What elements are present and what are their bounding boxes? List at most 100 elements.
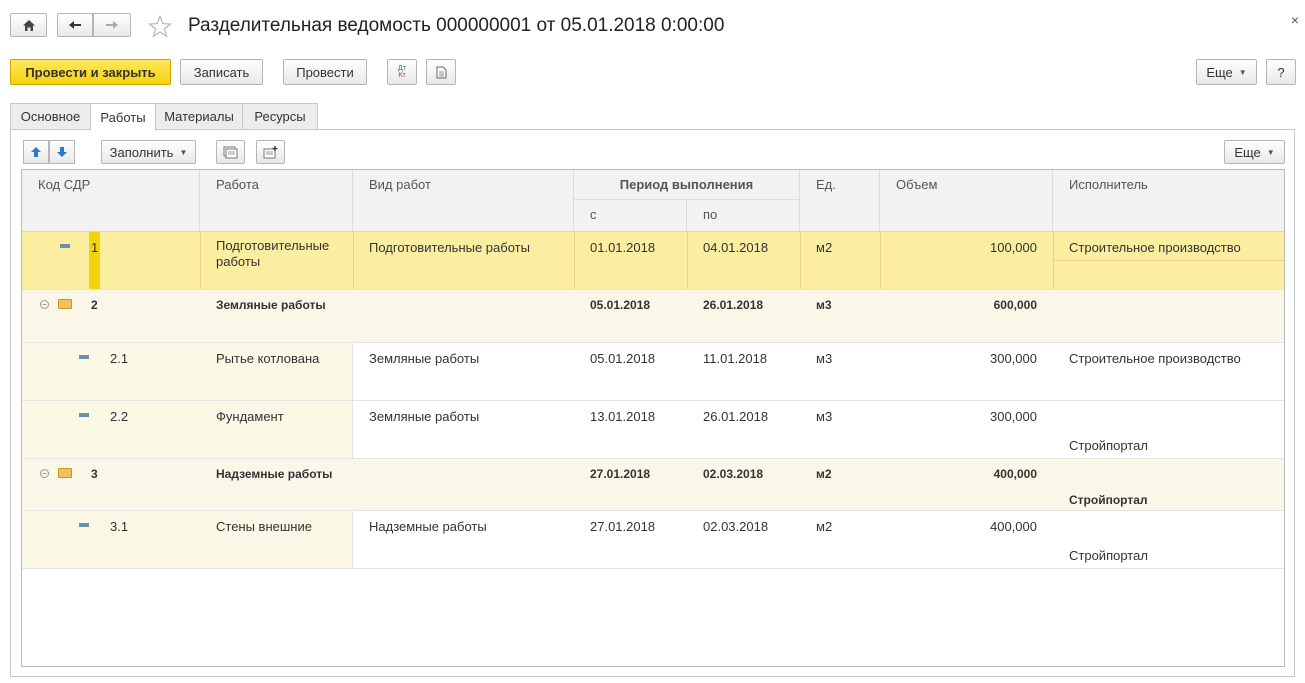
header-period-to[interactable]: по: [687, 200, 800, 231]
table-row[interactable]: 2.2 Фундамент Земляные работы 13.01.2018…: [22, 401, 1284, 459]
cell-code[interactable]: 1: [75, 232, 98, 255]
cell-code[interactable]: 2: [75, 290, 98, 312]
header-volume[interactable]: Объем: [880, 170, 1053, 231]
cell-unit[interactable]: м2: [800, 511, 832, 534]
cell-work[interactable]: Фундамент: [200, 401, 284, 424]
home-button[interactable]: [10, 13, 47, 37]
cell-work-type[interactable]: Земляные работы: [353, 343, 479, 366]
cell-work-line2: работы: [216, 254, 261, 269]
cell-volume[interactable]: 300,000: [880, 401, 1053, 424]
cell-code[interactable]: 2.1: [94, 343, 128, 366]
chevron-down-icon: ▼: [179, 147, 188, 157]
cell-from[interactable]: 27.01.2018: [574, 459, 650, 481]
table-copy-icon: [223, 146, 238, 158]
header-work[interactable]: Работа: [200, 170, 353, 231]
col-divider: [687, 232, 688, 289]
table-more-button[interactable]: Еще ▼: [1224, 140, 1285, 164]
table-more-label: Еще: [1234, 144, 1261, 160]
cell-from[interactable]: 27.01.2018: [574, 511, 655, 534]
table-row[interactable]: − 3 Надземные работы 27.01.2018 02.03.20…: [22, 459, 1284, 511]
cell-work[interactable]: Земляные работы: [200, 290, 326, 312]
table-row[interactable]: 3.1 Стены внешние Надземные работы 27.01…: [22, 511, 1284, 569]
arrow-down-icon: [57, 147, 67, 157]
cell-unit[interactable]: м3: [800, 343, 832, 366]
folder-icon: [58, 468, 72, 478]
cell-to[interactable]: 02.03.2018: [687, 459, 763, 481]
add-rows-button[interactable]: [256, 140, 285, 164]
cell-code[interactable]: 3.1: [94, 511, 128, 534]
table-row[interactable]: 1 Подготовительные работы Подготовительны…: [22, 232, 1284, 290]
back-button[interactable]: [57, 13, 93, 37]
col-divider: [352, 511, 353, 568]
dt-kt-button[interactable]: Дт Кт: [387, 59, 417, 85]
cell-code[interactable]: 3: [75, 459, 98, 481]
cell-from[interactable]: 05.01.2018: [574, 343, 655, 366]
cell-to[interactable]: 02.03.2018: [687, 511, 768, 534]
cell-unit[interactable]: м2: [800, 459, 832, 481]
header-unit[interactable]: Ед.: [800, 170, 880, 231]
cell-volume[interactable]: 400,000: [880, 459, 1053, 481]
more-button[interactable]: Еще ▼: [1196, 59, 1257, 85]
header-work-type[interactable]: Вид работ: [353, 170, 574, 231]
header-executor[interactable]: Исполнитель: [1053, 170, 1284, 231]
close-icon[interactable]: ×: [1291, 12, 1299, 28]
col-divider: [353, 232, 354, 289]
cell-executor-secondary[interactable]: Стройпортал: [1053, 430, 1148, 453]
save-button[interactable]: Записать: [180, 59, 263, 85]
post-button[interactable]: Провести: [283, 59, 367, 85]
report-button[interactable]: [426, 59, 456, 85]
cell-work[interactable]: Надземные работы: [200, 459, 332, 481]
cell-work-type[interactable]: Подготовительные работы: [353, 232, 530, 255]
collapse-icon[interactable]: −: [40, 469, 49, 478]
cell-work[interactable]: Стены внешние: [200, 511, 312, 534]
tab-resources[interactable]: Ресурсы: [242, 103, 318, 129]
table-row[interactable]: 2.1 Рытье котлована Земляные работы 05.0…: [22, 343, 1284, 401]
cell-executor-secondary[interactable]: Стройпортал: [1053, 485, 1148, 507]
cell-to[interactable]: 04.01.2018: [687, 232, 768, 255]
help-button[interactable]: ?: [1266, 59, 1296, 85]
collapse-icon[interactable]: −: [40, 300, 49, 309]
cell-to[interactable]: 11.01.2018: [687, 343, 767, 366]
move-down-button[interactable]: [49, 140, 75, 164]
header-code[interactable]: Код СДР: [22, 170, 200, 231]
cell-volume[interactable]: 400,000: [880, 511, 1053, 534]
cell-unit[interactable]: м2: [800, 232, 832, 255]
cell-executor[interactable]: Строительное производство: [1053, 232, 1241, 255]
star-icon[interactable]: [148, 15, 172, 38]
cell-work-type[interactable]: Надземные работы: [353, 511, 487, 534]
cell-volume[interactable]: 300,000: [880, 343, 1053, 366]
copy-rows-button[interactable]: [216, 140, 245, 164]
header-work-type-label: Вид работ: [369, 177, 431, 192]
item-marker-icon: [79, 413, 89, 417]
help-label: ?: [1277, 64, 1285, 80]
cell-executor[interactable]: Строительное производство: [1053, 343, 1241, 366]
cell-unit[interactable]: м3: [800, 401, 832, 424]
cell-work[interactable]: Подготовительные работы: [200, 232, 329, 270]
cell-code[interactable]: 2.2: [94, 401, 128, 424]
cell-unit[interactable]: м3: [800, 290, 832, 312]
cell-from[interactable]: 05.01.2018: [574, 290, 650, 312]
col-divider: [880, 232, 881, 289]
cell-executor-secondary[interactable]: Стройпортал: [1053, 540, 1148, 563]
move-up-button[interactable]: [23, 140, 49, 164]
header-code-label: Код СДР: [38, 177, 91, 192]
tab-works[interactable]: Работы: [90, 103, 156, 130]
cell-work[interactable]: Рытье котлована: [200, 343, 319, 366]
cell-to[interactable]: 26.01.2018: [687, 401, 768, 424]
cell-to[interactable]: 26.01.2018: [687, 290, 763, 312]
works-table[interactable]: Код СДР Работа Вид работ Период выполнен…: [21, 169, 1285, 667]
tab-materials[interactable]: Материалы: [155, 103, 243, 129]
cell-work-type[interactable]: Земляные работы: [353, 401, 479, 424]
header-period-from[interactable]: с: [574, 200, 687, 231]
post-and-close-button[interactable]: Провести и закрыть: [10, 59, 171, 85]
cell-volume[interactable]: 100,000: [880, 232, 1053, 255]
more-label: Еще: [1206, 64, 1233, 80]
forward-button[interactable]: [93, 13, 131, 37]
tab-main[interactable]: Основное: [10, 103, 91, 129]
cell-from[interactable]: 13.01.2018: [574, 401, 655, 424]
table-row[interactable]: − 2 Земляные работы 05.01.2018 26.01.201…: [22, 290, 1284, 343]
fill-button[interactable]: Заполнить ▼: [101, 140, 196, 164]
cell-volume[interactable]: 600,000: [880, 290, 1053, 312]
cell-from[interactable]: 01.01.2018: [574, 232, 655, 255]
col-divider: [1053, 232, 1054, 289]
